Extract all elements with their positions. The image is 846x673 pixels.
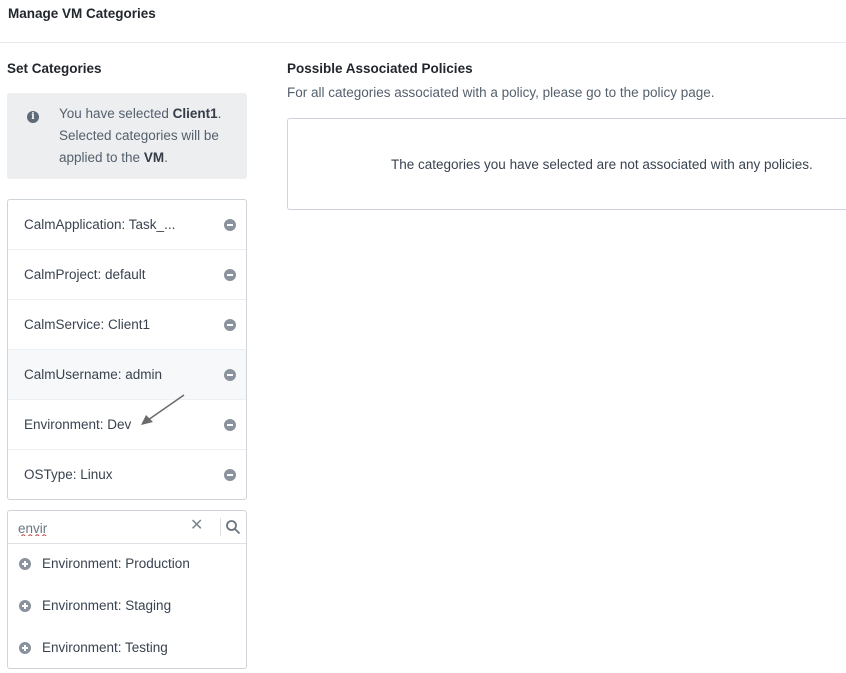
dialog-title: Manage VM Categories bbox=[8, 6, 156, 21]
set-categories-heading: Set Categories bbox=[7, 61, 102, 76]
category-label: CalmProject: default bbox=[24, 267, 146, 282]
remove-icon[interactable] bbox=[224, 469, 236, 481]
policies-subtext: For all categories associated with a pol… bbox=[287, 85, 715, 100]
selection-info-text: You have selected Client1. Selected cate… bbox=[59, 106, 222, 165]
category-search-input[interactable] bbox=[18, 518, 178, 538]
category-label: CalmUsername: admin bbox=[24, 367, 163, 382]
category-row: Environment: Dev bbox=[8, 400, 246, 450]
selection-info-box: i You have selected Client1. Selected ca… bbox=[7, 93, 247, 179]
suggestion-label: Environment: Staging bbox=[42, 598, 172, 613]
suggestion-item[interactable]: Environment: Production bbox=[8, 543, 246, 585]
target-type: VM bbox=[143, 150, 165, 165]
category-search-panel: ✕ Environment: Production Environment: S… bbox=[7, 510, 247, 669]
category-row: OSType: Linux bbox=[8, 450, 246, 499]
add-icon[interactable] bbox=[19, 642, 31, 654]
info-icon: i bbox=[27, 111, 39, 123]
dialog-header: Manage VM Categories bbox=[0, 0, 846, 43]
remove-icon[interactable] bbox=[224, 369, 236, 381]
policies-panel: The categories you have selected are not… bbox=[287, 118, 846, 210]
search-bar: ✕ bbox=[8, 511, 246, 544]
suggestion-label: Environment: Testing bbox=[42, 640, 168, 655]
category-label: CalmApplication: Task_... bbox=[24, 217, 176, 232]
remove-icon[interactable] bbox=[224, 269, 236, 281]
category-label: CalmService: Client1 bbox=[24, 317, 151, 332]
selected-entity: Client1 bbox=[172, 106, 218, 121]
add-icon[interactable] bbox=[19, 558, 31, 570]
search-icon[interactable] bbox=[223, 517, 243, 537]
category-label: OSType: Linux bbox=[24, 467, 113, 482]
close-icon[interactable]: ✕ bbox=[190, 517, 203, 535]
policies-empty-message: The categories you have selected are not… bbox=[391, 157, 813, 172]
category-row: CalmProject: default bbox=[8, 250, 246, 300]
suggestion-item[interactable]: Environment: Testing bbox=[8, 627, 246, 669]
remove-icon[interactable] bbox=[224, 219, 236, 231]
assigned-categories-list: CalmApplication: Task_... CalmProject: d… bbox=[7, 199, 247, 500]
search-divider bbox=[220, 518, 221, 536]
category-row: CalmApplication: Task_... bbox=[8, 200, 246, 250]
suggestion-item[interactable]: Environment: Staging bbox=[8, 585, 246, 627]
annotation-arrow-icon bbox=[141, 394, 185, 425]
policies-heading: Possible Associated Policies bbox=[287, 61, 473, 76]
remove-icon[interactable] bbox=[224, 419, 236, 431]
category-row: CalmUsername: admin bbox=[8, 350, 246, 400]
category-row: CalmService: Client1 bbox=[8, 300, 246, 350]
remove-icon[interactable] bbox=[224, 319, 236, 331]
add-icon[interactable] bbox=[19, 600, 31, 612]
category-label: Environment: Dev bbox=[24, 417, 132, 432]
suggestion-label: Environment: Production bbox=[42, 556, 190, 571]
